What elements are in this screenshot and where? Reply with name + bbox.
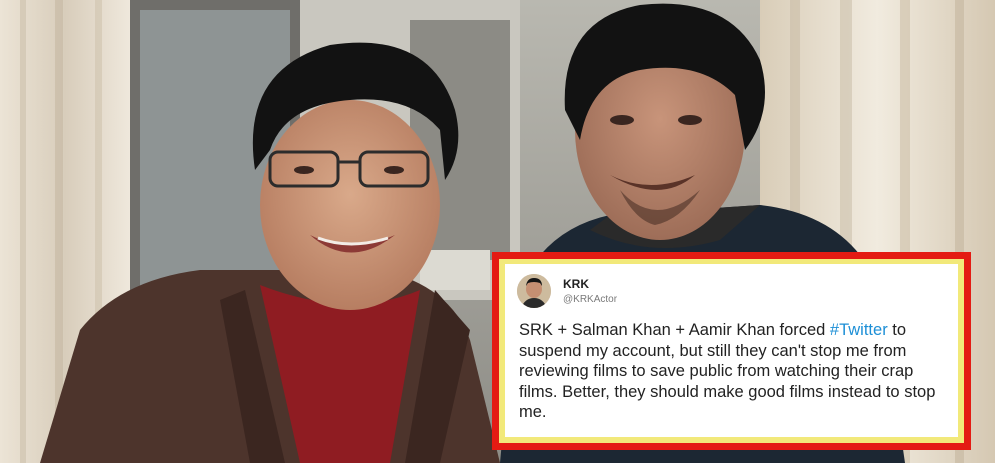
tweet-author-name: KRK xyxy=(563,277,589,291)
tweet-author-handle: @KRKActor xyxy=(563,294,618,305)
avatar xyxy=(517,274,551,308)
tweet-text: SRK + Salman Khan + Aamir Khan forced #T… xyxy=(519,320,948,423)
photo-scene: KRK @KRKActor SRK + Salman Khan + Aamir … xyxy=(0,0,995,463)
tweet-card: KRK @KRKActor SRK + Salman Khan + Aamir … xyxy=(505,264,958,437)
tweet-highlight-frame: KRK @KRKActor SRK + Salman Khan + Aamir … xyxy=(492,252,971,450)
tweet-text-start: SRK + Salman Khan + Aamir Khan forced xyxy=(519,321,830,339)
hashtag-link[interactable]: #Twitter xyxy=(830,321,888,339)
avatar-image xyxy=(517,274,551,308)
